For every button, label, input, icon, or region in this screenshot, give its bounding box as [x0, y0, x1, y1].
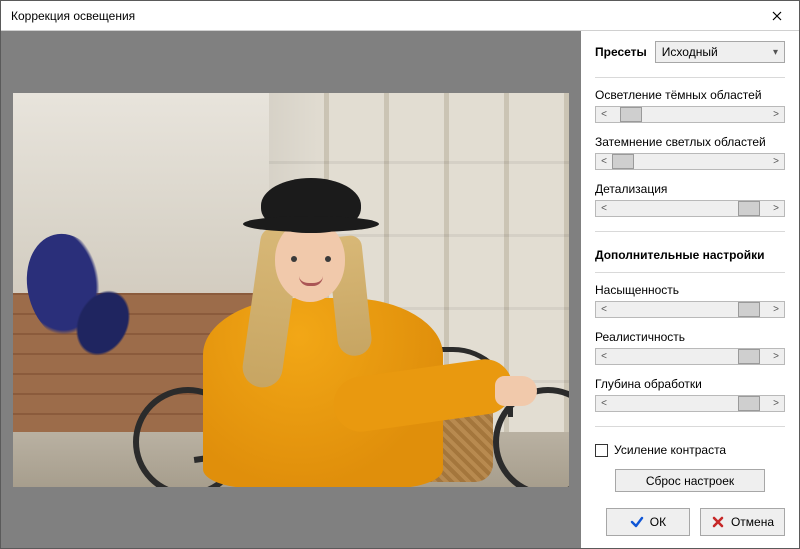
arrow-right-icon: >: [768, 201, 784, 216]
contrast-boost-label: Усиление контраста: [614, 443, 726, 457]
darken-highlights-slider[interactable]: < >: [595, 153, 785, 170]
separator: [595, 77, 785, 78]
preview-pane: [1, 31, 581, 548]
check-icon: [630, 515, 644, 529]
reset-button[interactable]: Сброс настроек: [615, 469, 765, 492]
depth-label: Глубина обработки: [595, 377, 785, 391]
arrow-left-icon: <: [596, 349, 612, 364]
arrow-left-icon: <: [596, 396, 612, 411]
separator: [595, 231, 785, 232]
saturation-slider[interactable]: < >: [595, 301, 785, 318]
separator: [595, 272, 785, 273]
detail-label: Детализация: [595, 182, 785, 196]
reset-label: Сброс настроек: [646, 474, 734, 488]
arrow-left-icon: <: [596, 107, 612, 122]
ok-button[interactable]: ОК: [606, 508, 690, 536]
close-icon: [772, 11, 782, 21]
window-title: Коррекция освещения: [11, 9, 135, 23]
darken-highlights-label: Затемнение светлых областей: [595, 135, 785, 149]
contrast-boost-checkbox[interactable]: Усиление контраста: [595, 443, 785, 457]
arrow-right-icon: >: [768, 396, 784, 411]
cancel-label: Отмена: [731, 515, 774, 529]
presets-select[interactable]: Исходный ▾: [655, 41, 785, 63]
arrow-right-icon: >: [768, 154, 784, 169]
realism-label: Реалистичность: [595, 330, 785, 344]
arrow-left-icon: <: [596, 302, 612, 317]
arrow-right-icon: >: [768, 107, 784, 122]
fill-light-label: Осветление тёмных областей: [595, 88, 785, 102]
realism-slider[interactable]: < >: [595, 348, 785, 365]
close-button[interactable]: [754, 1, 799, 31]
chevron-down-icon: ▾: [773, 47, 778, 58]
titlebar: Коррекция освещения: [1, 1, 799, 31]
preview-image: [13, 93, 569, 487]
presets-label: Пресеты: [595, 45, 647, 59]
arrow-left-icon: <: [596, 201, 612, 216]
presets-selected: Исходный: [662, 45, 718, 59]
cancel-button[interactable]: Отмена: [700, 508, 785, 536]
arrow-left-icon: <: [596, 154, 612, 169]
arrow-right-icon: >: [768, 349, 784, 364]
arrow-right-icon: >: [768, 302, 784, 317]
depth-slider[interactable]: < >: [595, 395, 785, 412]
advanced-title: Дополнительные настройки: [595, 248, 785, 262]
detail-slider[interactable]: < >: [595, 200, 785, 217]
fill-light-slider[interactable]: < >: [595, 106, 785, 123]
controls-panel: Пресеты Исходный ▾ Осветление тёмных обл…: [581, 31, 799, 548]
cancel-icon: [711, 515, 725, 529]
checkbox-icon: [595, 444, 608, 457]
separator: [595, 426, 785, 427]
saturation-label: Насыщенность: [595, 283, 785, 297]
ok-label: ОК: [650, 515, 666, 529]
